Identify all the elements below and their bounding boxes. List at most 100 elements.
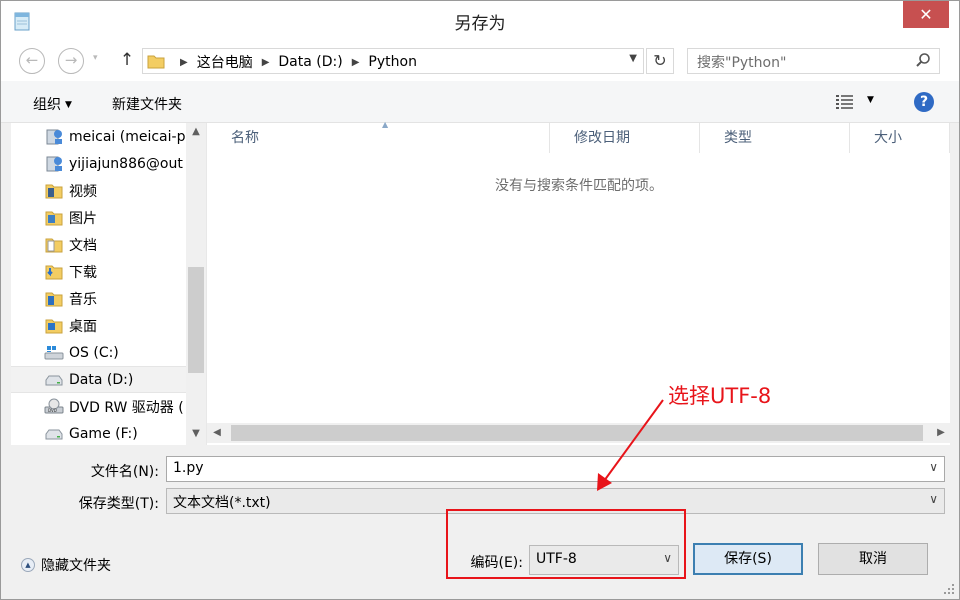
videos-folder-icon [44, 182, 64, 200]
view-options-dropdown[interactable]: ▼ [867, 95, 874, 105]
navigation-scrollbar[interactable]: ▲ ▼ [186, 123, 206, 445]
sidebar-item-label: 音乐 [69, 291, 97, 308]
hide-folders-label: 隐藏文件夹 [41, 558, 111, 574]
navigation-list: meicai (meicai-p yijiajun886@out 视频图片文档下载音… [11, 123, 186, 445]
chevron-down-icon: ∨ [929, 492, 938, 506]
sidebar-item[interactable]: Game (F:) [11, 420, 186, 445]
hide-folders-button[interactable]: ▲ 隐藏文件夹 [21, 555, 111, 575]
chevron-down-icon[interactable]: ∨ [929, 460, 938, 474]
scroll-right-icon[interactable]: ▶ [931, 423, 951, 443]
svg-text:DVD: DVD [48, 408, 57, 413]
chevron-down-icon[interactable]: ▼ [629, 53, 637, 64]
search-placeholder: 搜索"Python" [697, 55, 787, 71]
chevron-right-icon[interactable]: ▶ [352, 57, 360, 68]
address-bar-row: ← → ▾ ↑ ▶ 这台电脑 ▶ Data (D:) ▶ Python ▼ ↻ … [1, 41, 959, 81]
sidebar-item[interactable]: DVD DVD RW 驱动器 ( [11, 393, 186, 420]
organize-menu[interactable]: 组织 ▼ [33, 94, 72, 114]
sidebar-item[interactable]: 视频 [11, 177, 186, 204]
sidebar-item[interactable]: 文档 [11, 231, 186, 258]
user-icon [44, 155, 64, 173]
organize-label: 组织 [33, 97, 61, 113]
windows-drive-icon [44, 344, 64, 362]
chevron-right-icon[interactable]: ▶ [262, 57, 270, 68]
filename-value: 1.py [173, 460, 204, 476]
collapse-up-icon: ▲ [21, 558, 35, 572]
search-input[interactable]: 搜索"Python" [687, 48, 940, 74]
recent-locations-dropdown[interactable]: ▾ [93, 53, 98, 63]
sidebar-item[interactable]: 桌面 [11, 312, 186, 339]
sidebar-item[interactable]: 下载 [11, 258, 186, 285]
sidebar-item[interactable]: OS (C:) [11, 339, 186, 366]
user-icon [44, 128, 64, 146]
scroll-up-icon[interactable]: ▲ [186, 123, 206, 141]
sidebar-item-label: 视频 [69, 183, 97, 200]
column-header-name[interactable]: 名称 [207, 123, 550, 153]
folder-icon [147, 55, 165, 69]
sidebar-item-label: 下载 [69, 264, 97, 281]
column-header-size[interactable]: 大小 [850, 123, 950, 153]
sidebar-item-label: Data (D:) [69, 371, 134, 388]
drive-icon [44, 425, 64, 443]
forward-button[interactable]: → [58, 48, 84, 74]
title-bar[interactable]: 另存为 ✕ [1, 1, 959, 41]
annotation-text: 选择UTF-8 [668, 384, 772, 408]
chevron-right-icon: ▶ [180, 56, 188, 68]
caret-down-icon: ▼ [65, 100, 72, 110]
encoding-value: UTF-8 [536, 551, 577, 567]
sidebar-item[interactable]: Data (D:) [11, 366, 186, 393]
address-box[interactable]: ▶ 这台电脑 ▶ Data (D:) ▶ Python ▼ [142, 48, 644, 74]
details-view-icon[interactable] [835, 93, 855, 111]
documents-folder-icon [44, 236, 64, 254]
breadcrumb-item-data-drive[interactable]: Data (D:) [278, 54, 342, 70]
drive-icon [44, 371, 64, 389]
back-button[interactable]: ← [19, 48, 45, 74]
music-folder-icon [44, 290, 64, 308]
breadcrumb: ▶ 这台电脑 ▶ Data (D:) ▶ Python [171, 52, 417, 72]
filename-label: 文件名(N): [90, 464, 159, 480]
column-header-type[interactable]: 类型 [700, 123, 850, 153]
new-folder-button[interactable]: 新建文件夹 [112, 94, 182, 114]
filename-field[interactable]: 1.py ∨ [166, 456, 945, 482]
navigation-pane: meicai (meicai-p yijiajun886@out 视频图片文档下载音… [11, 123, 206, 445]
resize-grip-icon[interactable] [943, 583, 955, 595]
sidebar-item[interactable]: 音乐 [11, 285, 186, 312]
filetype-value: 文本文档(*.txt) [173, 495, 271, 511]
close-button[interactable]: ✕ [903, 1, 949, 28]
window-title: 另存为 [454, 14, 506, 34]
desktop-folder-icon [44, 317, 64, 335]
cancel-button[interactable]: 取消 [818, 543, 928, 575]
scroll-down-icon[interactable]: ▼ [186, 425, 206, 443]
sidebar-item-label: 文档 [69, 237, 97, 254]
file-list[interactable]: ▲ 名称 修改日期 类型 大小 没有与搜索条件匹配的项。 ◀ ▶ [206, 120, 951, 445]
filetype-select[interactable]: 文本文档(*.txt) ∨ [166, 488, 945, 514]
sidebar-item-label: meicai (meicai-p [69, 128, 186, 145]
pictures-folder-icon [44, 209, 64, 227]
downloads-folder-icon [44, 263, 64, 281]
breadcrumb-item-python[interactable]: Python [368, 54, 417, 70]
chevron-down-icon: ∨ [663, 551, 672, 565]
scroll-thumb[interactable] [188, 267, 204, 373]
refresh-button[interactable]: ↻ [646, 48, 674, 74]
horizontal-scrollbar[interactable]: ◀ ▶ [207, 423, 951, 443]
up-button[interactable]: ↑ [117, 50, 137, 70]
sidebar-item-label: DVD RW 驱动器 ( [69, 399, 184, 416]
search-icon[interactable] [915, 52, 931, 68]
empty-message: 没有与搜索条件匹配的项。 [495, 178, 663, 194]
scroll-thumb[interactable] [231, 425, 923, 441]
sidebar-item-label: 桌面 [69, 318, 97, 335]
sidebar-item[interactable]: meicai (meicai-p [11, 123, 186, 150]
save-button[interactable]: 保存(S) [693, 543, 803, 575]
help-icon[interactable]: ? [914, 92, 934, 112]
sidebar-item-label: yijiajun886@out [69, 155, 183, 172]
sidebar-item-label: 图片 [69, 210, 97, 227]
scroll-left-icon[interactable]: ◀ [207, 423, 227, 443]
column-header-date[interactable]: 修改日期 [550, 123, 700, 153]
filetype-label: 保存类型(T): [78, 496, 159, 512]
sidebar-item[interactable]: yijiajun886@out [11, 150, 186, 177]
encoding-select[interactable]: UTF-8 ∨ [529, 545, 679, 575]
sidebar-item-label: OS (C:) [69, 344, 119, 361]
breadcrumb-item-this-pc[interactable]: 这台电脑 [197, 52, 253, 72]
dvd-drive-icon: DVD [44, 398, 64, 416]
sidebar-item[interactable]: 图片 [11, 204, 186, 231]
encoding-label: 编码(E): [470, 555, 524, 571]
